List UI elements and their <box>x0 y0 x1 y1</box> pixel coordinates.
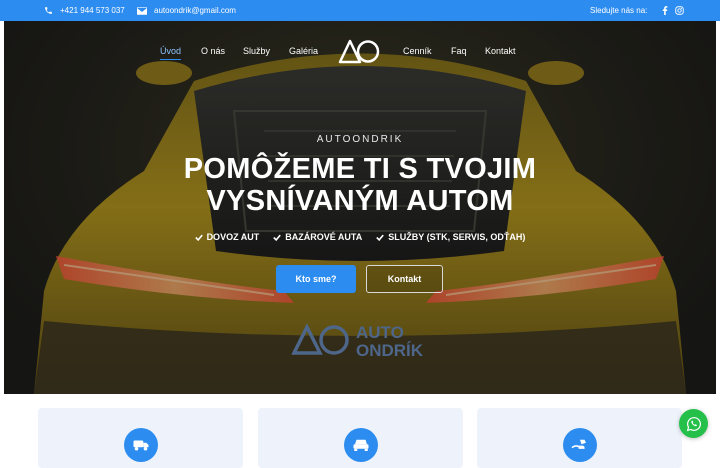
feature-checklist: DOVOZ AUT BAZÁROVÉ AUTA SLUŽBY (STK, SER… <box>4 232 716 242</box>
phone-number[interactable]: +421 944 573 037 <box>60 6 125 15</box>
contact-button[interactable]: Kontakt <box>366 265 443 293</box>
car-front-icon <box>343 428 378 462</box>
phone-contact[interactable]: +421 944 573 037 <box>44 0 125 21</box>
service-card-import[interactable] <box>38 408 243 468</box>
hero-headline: POMÔŽEME TI S TVOJIM VYSNÍVANÝM AUTOM <box>4 153 716 217</box>
service-hand-icon <box>562 428 597 462</box>
service-card-services[interactable] <box>477 408 682 468</box>
check-icon <box>194 234 203 241</box>
phone-icon <box>45 7 52 14</box>
feature-item: BAZÁROVÉ AUTA <box>273 232 362 242</box>
nav-item-uvod[interactable]: Úvod <box>160 46 182 60</box>
main-navigation: Úvod O nás Služby Galéria Cenník Faq Kon… <box>4 21 716 81</box>
check-icon <box>273 234 282 241</box>
email-address[interactable]: autoondrik@gmail.com <box>154 6 236 15</box>
envelope-icon <box>137 6 147 15</box>
headline-line-2: VYSNÍVANÝM AUTOM <box>206 185 514 217</box>
headline-line-1: POMÔŽEME TI S TVOJIM <box>183 153 537 185</box>
about-us-button[interactable]: Kto sme? <box>276 265 356 293</box>
feature-label: DOVOZ AUT <box>206 232 260 242</box>
facebook-icon[interactable] <box>662 6 668 15</box>
social-follow: Sledujte nás na: <box>590 0 685 21</box>
feature-item: SLUŽBY (STK, SERVIS, ODŤAH) <box>376 232 525 242</box>
site-logo[interactable] <box>338 38 382 64</box>
top-contact-bar: +421 944 573 037 autoondrik@gmail.com Sl… <box>0 0 720 21</box>
check-icon <box>376 234 385 241</box>
service-card-cars[interactable] <box>258 408 463 468</box>
service-cards <box>0 408 720 468</box>
follow-label: Sledujte nás na: <box>590 6 648 15</box>
hero-section: AUTO ONDRÍK Úvod O nás Služby Galéria Ce… <box>4 21 716 394</box>
nav-item-galeria[interactable]: Galéria <box>289 46 318 56</box>
whatsapp-icon <box>686 416 701 431</box>
nav-item-faq[interactable]: Faq <box>451 46 467 56</box>
nav-item-sluzby[interactable]: Služby <box>243 46 270 56</box>
whatsapp-chat-button[interactable] <box>679 409 708 438</box>
hero-kicker: AUTOONDRIK <box>316 134 404 145</box>
nav-item-kontakt[interactable]: Kontakt <box>485 46 516 56</box>
feature-label: SLUŽBY (STK, SERVIS, ODŤAH) <box>388 232 526 242</box>
email-contact[interactable]: autoondrik@gmail.com <box>137 0 236 21</box>
feature-label: BAZÁROVÉ AUTA <box>285 232 363 242</box>
instagram-icon[interactable] <box>675 6 685 15</box>
feature-item: DOVOZ AUT <box>194 232 260 242</box>
nav-item-cennik[interactable]: Cenník <box>403 46 432 56</box>
car-import-icon <box>123 428 158 462</box>
nav-item-o-nas[interactable]: O nás <box>201 46 225 56</box>
